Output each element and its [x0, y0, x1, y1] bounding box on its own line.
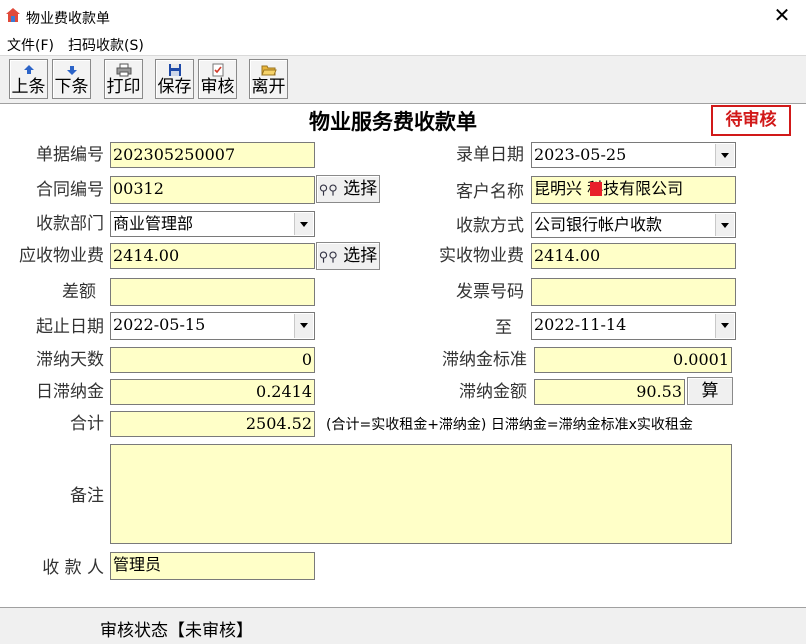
select-contract-button[interactable]: ⚲⚲ 选择 — [316, 175, 380, 203]
menu-scan-payment[interactable]: 扫码收款(S) — [68, 35, 144, 55]
select-fee-button[interactable]: ⚲⚲ 选择 — [316, 242, 380, 270]
invoice-no-label: 发票号码 — [456, 282, 524, 302]
late-days-label: 滞纳天数 — [36, 350, 104, 370]
remark-textarea[interactable] — [110, 444, 732, 544]
difference-label: 差额 — [62, 282, 96, 302]
received-label: 实收物业费 — [439, 246, 524, 266]
calculate-button[interactable]: 算 — [687, 377, 733, 405]
save-button[interactable]: 保存 — [155, 59, 194, 99]
entry-date-picker[interactable]: 2023-05-25 — [531, 142, 736, 168]
select-fee-label: 选择 — [343, 246, 378, 266]
dept-label: 收款部门 — [36, 214, 104, 234]
pay-method-value: 公司银行帐户收款 — [534, 215, 663, 234]
folder-open-icon — [260, 65, 277, 76]
dept-value: 商业管理部 — [113, 214, 194, 233]
exit-button[interactable]: 离开 — [249, 59, 288, 99]
audit-label: 审核 — [200, 77, 235, 97]
window-title: 物业费收款单 — [26, 11, 110, 27]
late-rate-label: 滞纳金标准 — [442, 350, 527, 370]
print-button[interactable]: 打印 — [104, 59, 143, 99]
daily-late-label: 日滞纳金 — [36, 382, 104, 402]
receivable-field[interactable]: 2414.00 — [110, 243, 315, 269]
chevron-down-icon[interactable] — [294, 213, 313, 235]
binoculars-icon: ⚲⚲ — [318, 183, 338, 198]
arrow-down-icon — [66, 66, 77, 75]
entry-date-value: 2023-05-25 — [534, 145, 627, 164]
pay-method-label: 收款方式 — [456, 216, 524, 236]
printer-icon — [116, 63, 131, 77]
start-date-label: 起止日期 — [36, 317, 104, 337]
prev-record-button[interactable]: 上条 — [9, 59, 48, 99]
late-rate-field[interactable]: 0.0001 — [534, 347, 732, 373]
form-title: 物业服务费收款单 — [309, 109, 477, 134]
save-label: 保存 — [157, 77, 192, 97]
total-label: 合计 — [70, 414, 104, 434]
title-bar — [0, 0, 806, 32]
to-label: 至 — [495, 318, 512, 338]
invoice-no-field[interactable] — [531, 278, 736, 306]
clipboard-check-icon — [212, 63, 223, 77]
late-amount-label: 滞纳金额 — [459, 382, 527, 402]
payee-label: 收 款 人 — [42, 558, 104, 578]
customer-label: 客户名称 — [456, 182, 524, 202]
start-date-picker[interactable]: 2022-05-15 — [110, 312, 315, 340]
close-icon[interactable]: ✕ — [772, 4, 792, 26]
late-amount-field[interactable]: 90.53 — [534, 379, 685, 405]
start-date-value: 2022-05-15 — [113, 315, 206, 334]
prev-record-label: 上条 — [11, 77, 46, 97]
next-record-label: 下条 — [54, 77, 89, 97]
chevron-down-icon[interactable] — [294, 314, 313, 338]
print-label: 打印 — [106, 77, 141, 97]
formula-note: (合计=实收租金+滞纳金) 日滞纳金=滞纳金标准x实收租金 — [326, 417, 693, 433]
chevron-down-icon[interactable] — [715, 314, 734, 338]
difference-field[interactable] — [110, 278, 315, 306]
late-days-field[interactable]: 0 — [110, 347, 315, 373]
contract-no-label: 合同编号 — [36, 180, 104, 200]
doc-no-label: 单据编号 — [36, 145, 104, 165]
menu-file[interactable]: 文件(F) — [7, 35, 54, 55]
chevron-down-icon[interactable] — [715, 214, 734, 236]
pay-method-select[interactable]: 公司银行帐户收款 — [531, 212, 736, 238]
audit-status-text: 审核状态【未审核】 — [100, 621, 253, 641]
audit-button[interactable]: 审核 — [198, 59, 237, 99]
next-record-button[interactable]: 下条 — [52, 59, 91, 99]
dept-select[interactable]: 商业管理部 — [110, 211, 315, 237]
daily-late-field[interactable]: 0.2414 — [110, 379, 315, 405]
red-marker — [590, 182, 602, 196]
doc-no-field[interactable]: 202305250007 — [110, 142, 315, 168]
binoculars-icon: ⚲⚲ — [318, 250, 338, 265]
contract-no-field[interactable]: 00312 — [110, 176, 315, 204]
payee-field[interactable]: 管理员 — [110, 552, 315, 580]
received-field[interactable]: 2414.00 — [531, 243, 736, 269]
entry-date-label: 录单日期 — [456, 145, 524, 165]
select-contract-label: 选择 — [343, 179, 378, 199]
exit-label: 离开 — [251, 77, 286, 97]
remark-label: 备注 — [70, 486, 104, 506]
floppy-disk-icon — [168, 64, 181, 76]
end-date-value: 2022-11-14 — [534, 315, 627, 334]
receivable-label: 应收物业费 — [19, 246, 104, 266]
total-field[interactable]: 2504.52 — [110, 411, 315, 437]
arrow-up-icon — [23, 65, 34, 74]
app-icon — [6, 8, 20, 22]
chevron-down-icon[interactable] — [715, 144, 734, 166]
end-date-picker[interactable]: 2022-11-14 — [531, 312, 736, 340]
audit-status-stamp: 待审核 — [711, 105, 791, 136]
customer-field[interactable]: 昆明兴 科技有限公司 — [531, 176, 736, 204]
